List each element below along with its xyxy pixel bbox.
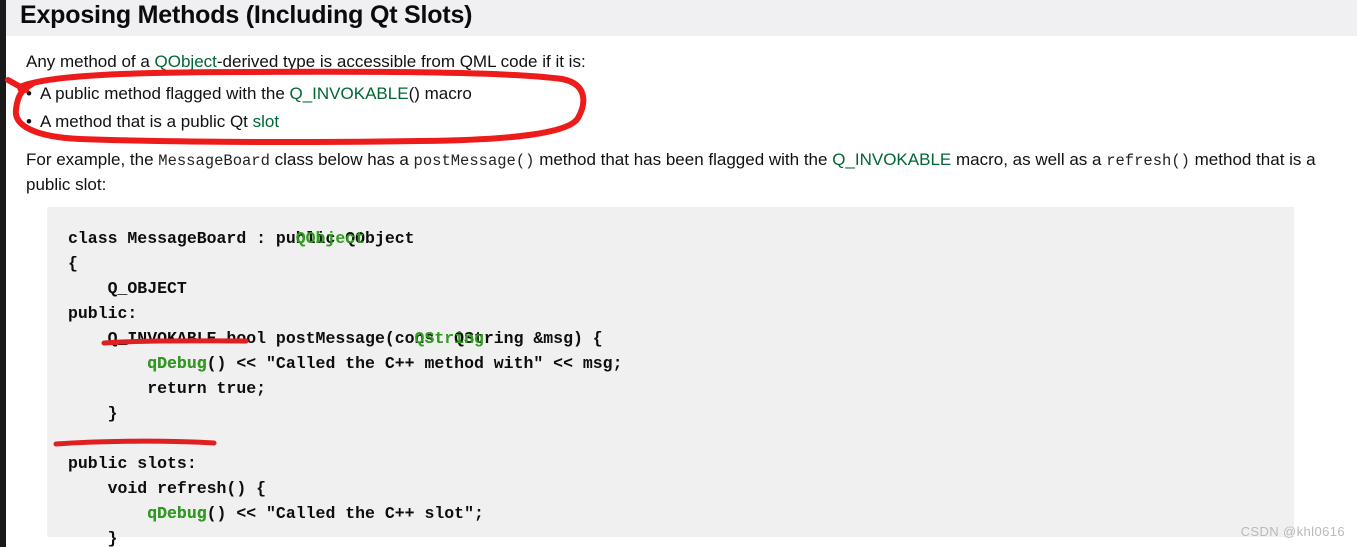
example-seg3: method that has been flagged with the <box>534 150 833 169</box>
example-seg1: For example, the <box>26 150 159 169</box>
q-invokable-link[interactable]: Q_INVOKABLE <box>290 84 409 103</box>
example-code-postmessage: postMessage() <box>413 152 535 170</box>
documentation-screenshot: Exposing Methods (Including Qt Slots) An… <box>0 0 1357 547</box>
example-paragraph: For example, the MessageBoard class belo… <box>26 148 1346 197</box>
intro-text-before: Any method of a <box>26 52 155 71</box>
code-syntax-overlay: QObject QString qDebug qDebug <box>68 229 484 523</box>
list-item: A method that is a public Qt slot <box>26 110 1126 138</box>
bullet-1-text-before: A public method flagged with the <box>40 84 290 103</box>
annotation-tick <box>5 77 29 93</box>
example-seg4: macro, as well as a <box>951 150 1107 169</box>
page-title: Exposing Methods (Including Qt Slots) <box>20 1 473 29</box>
qobject-link[interactable]: QObject <box>155 52 217 71</box>
slot-link[interactable]: slot <box>253 112 279 131</box>
q-invokable-link-2[interactable]: Q_INVOKABLE <box>832 150 951 169</box>
bullet-1-text-after: () macro <box>408 84 472 103</box>
example-seg2: class below has a <box>269 150 414 169</box>
left-edge-band <box>0 0 6 547</box>
example-code-messageboard: MessageBoard <box>158 152 270 170</box>
bullet-2-text-before: A method that is a public Qt <box>40 112 253 131</box>
watermark: CSDN @khl0616 <box>1240 524 1345 539</box>
example-code-refresh: refresh() <box>1106 152 1190 170</box>
intro-text-after: -derived type is accessible from QML cod… <box>216 52 586 71</box>
bullet-list: A public method flagged with the Q_INVOK… <box>26 82 1126 138</box>
list-item: A public method flagged with the Q_INVOK… <box>26 82 1126 110</box>
intro-paragraph: Any method of a QObject-derived type is … <box>26 50 1126 74</box>
